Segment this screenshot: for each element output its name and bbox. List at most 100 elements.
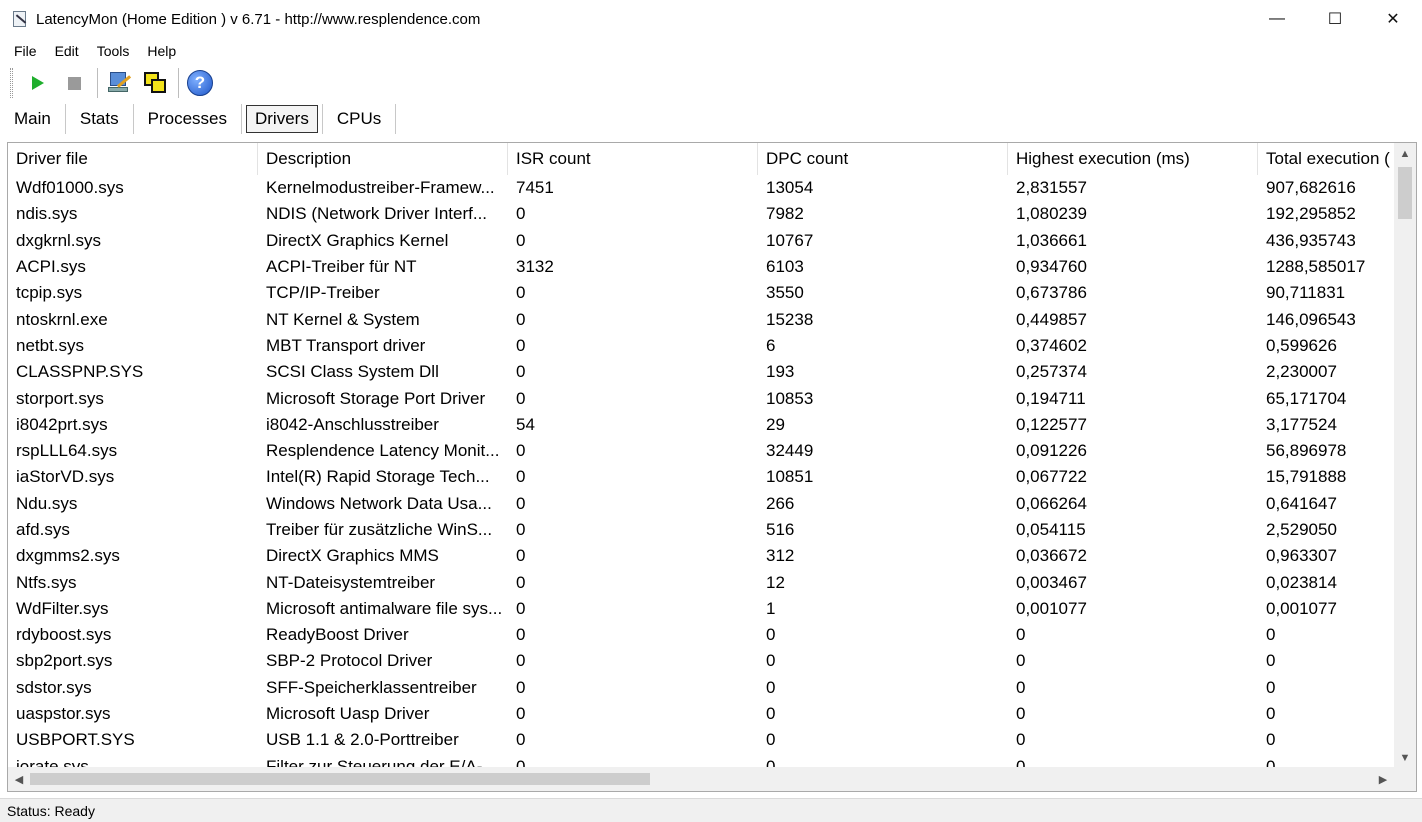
column-header[interactable]: Description <box>258 143 508 175</box>
table-cell: 0,641647 <box>1266 493 1337 513</box>
scrollbar-corner <box>1394 767 1416 791</box>
table-cell: Microsoft antimalware file sys... <box>266 598 503 618</box>
table-row[interactable]: iorate.sys Filter zur Steuerung der E/A-.… <box>8 754 1394 767</box>
table-row[interactable]: dxgmms2.sys DirectX Graphics MMS 0 312 0,036… <box>8 543 1394 569</box>
table-cell: Resplendence Latency Monit... <box>266 441 500 461</box>
column-header[interactable]: DPC count <box>758 143 1008 175</box>
table-cell: 0 <box>1266 704 1276 724</box>
table-row[interactable]: uaspstor.sys Microsoft Uasp Driver 0 0 0 0 <box>8 701 1394 727</box>
table-row[interactable]: iaStorVD.sys Intel(R) Rapid Storage Tech.… <box>8 464 1394 490</box>
vertical-scrollbar[interactable]: ▲ ▼ <box>1394 143 1416 769</box>
minimize-button[interactable]: — <box>1248 0 1306 38</box>
table-cell: SBP-2 Protocol Driver <box>266 651 433 671</box>
table-cell: sbp2port.sys <box>16 651 113 671</box>
horizontal-scroll-thumb[interactable] <box>30 773 650 785</box>
table-row[interactable]: CLASSPNP.SYS SCSI Class System Dll 0 193 0,2… <box>8 359 1394 385</box>
table-row[interactable]: USBPORT.SYS USB 1.1 & 2.0-Porttreiber 0 0 0 0 <box>8 727 1394 753</box>
table-row[interactable]: rspLLL64.sys Resplendence Latency Monit..… <box>8 438 1394 464</box>
table-row[interactable]: ntoskrnl.exe NT Kernel & System 0 15238 0,44… <box>8 306 1394 332</box>
table-cell: 0 <box>766 651 776 671</box>
table-cell: 0,673786 <box>1016 283 1087 303</box>
table-row[interactable]: afd.sys Treiber für zusätzliche WinS... 0 5… <box>8 517 1394 543</box>
table-cell: NT Kernel & System <box>266 309 420 329</box>
menu-tools[interactable]: Tools <box>93 43 134 59</box>
help-button[interactable]: ? <box>183 66 217 100</box>
table-cell: tcpip.sys <box>16 283 83 303</box>
stop-button[interactable] <box>57 66 91 100</box>
close-button[interactable]: ✕ <box>1364 0 1422 38</box>
table-cell: iaStorVD.sys <box>16 467 115 487</box>
table-row[interactable]: storport.sys Microsoft Storage Port Drive… <box>8 385 1394 411</box>
table-cell: 6 <box>766 335 776 355</box>
table-cell: USB 1.1 & 2.0-Porttreiber <box>266 730 459 750</box>
table-row[interactable]: sbp2port.sys SBP-2 Protocol Driver 0 0 0 0 <box>8 648 1394 674</box>
table-cell: Ndu.sys <box>16 493 78 513</box>
table-cell: afd.sys <box>16 520 70 539</box>
tab-cpus[interactable]: CPUs <box>327 103 391 135</box>
table-cell: 0 <box>766 756 776 767</box>
start-button[interactable] <box>21 66 55 100</box>
table-cell: 10851 <box>766 467 814 487</box>
tab-main[interactable]: Main <box>4 103 61 135</box>
window-title: LatencyMon (Home Edition ) v 6.71 - http… <box>36 10 481 28</box>
table-cell: Intel(R) Rapid Storage Tech... <box>266 467 490 487</box>
table-cell: 0,122577 <box>1016 414 1087 434</box>
table-row[interactable]: rdyboost.sys ReadyBoost Driver 0 0 0 0 <box>8 622 1394 648</box>
vertical-scroll-thumb[interactable] <box>1398 167 1412 219</box>
table-cell: 7451 <box>516 178 554 198</box>
column-header[interactable]: Highest execution (ms) <box>1008 143 1258 175</box>
table-row[interactable]: dxgkrnl.sys DirectX Graphics Kernel 0 10767… <box>8 228 1394 254</box>
driver-tool-button[interactable] <box>102 66 136 100</box>
tab-processes[interactable]: Processes <box>138 103 237 135</box>
table-cell: 0 <box>1266 730 1276 750</box>
table-cell: 0,054115 <box>1016 520 1086 539</box>
table-cell: 0,066264 <box>1016 493 1087 513</box>
table-cell: storport.sys <box>16 388 104 408</box>
table-cell: 3132 <box>516 257 554 277</box>
table-row[interactable]: tcpip.sys TCP/IP-Treiber 0 3550 0,673786 90,7… <box>8 280 1394 306</box>
scroll-left-arrow-icon[interactable]: ◀ <box>8 767 30 791</box>
column-header[interactable]: Total execution ( <box>1258 143 1394 175</box>
menu-edit[interactable]: Edit <box>51 43 83 59</box>
menu-file[interactable]: File <box>10 43 41 59</box>
table-cell: 0 <box>516 283 526 303</box>
table-cell: 0 <box>516 572 526 592</box>
maximize-button[interactable]: ☐ <box>1306 0 1364 38</box>
horizontal-scrollbar[interactable]: ◀ ▶ <box>8 767 1394 791</box>
table-cell: 0 <box>516 441 526 461</box>
table-cell: 0 <box>766 677 776 697</box>
table-cell: 0 <box>1266 625 1276 645</box>
tab-separator <box>64 104 66 134</box>
table-cell: 0,001077 <box>1016 598 1087 618</box>
table-cell: 2,230007 <box>1266 362 1337 382</box>
table-row[interactable]: sdstor.sys SFF-Speicherklassentreiber 0 0 0 0 <box>8 675 1394 701</box>
table-body: Wdf01000.sys Kernelmodustreiber-Framew...… <box>8 175 1394 767</box>
table-row[interactable]: ndis.sys NDIS (Network Driver Interf... 0 7… <box>8 201 1394 227</box>
tab-stats[interactable]: Stats <box>70 103 129 135</box>
table-cell: i8042prt.sys <box>16 414 108 434</box>
table-cell: 0 <box>766 704 776 724</box>
toolbar: ? <box>0 64 1422 102</box>
table-cell: 2,831557 <box>1016 178 1087 198</box>
table-cell: SCSI Class System Dll <box>266 362 439 382</box>
menu-help[interactable]: Help <box>143 43 180 59</box>
table-row[interactable]: Wdf01000.sys Kernelmodustreiber-Framew...… <box>8 175 1394 201</box>
table-row[interactable]: netbt.sys MBT Transport driver 0 6 0,374602 0… <box>8 333 1394 359</box>
table-row[interactable]: Ndu.sys Windows Network Data Usa... 0 266 0,… <box>8 491 1394 517</box>
tab-drivers[interactable]: Drivers <box>245 105 318 133</box>
windows-button[interactable] <box>138 66 172 100</box>
column-header[interactable]: ISR count <box>508 143 758 175</box>
scroll-down-arrow-icon[interactable]: ▼ <box>1394 747 1416 769</box>
table-cell: ntoskrnl.exe <box>16 309 108 329</box>
table-row[interactable]: ACPI.sys ACPI-Treiber für NT 3132 6103 0,934… <box>8 254 1394 280</box>
scroll-up-arrow-icon[interactable]: ▲ <box>1394 143 1416 165</box>
menu-bar: File Edit Tools Help <box>0 40 190 62</box>
table-cell: 10853 <box>766 388 814 408</box>
table-row[interactable]: i8042prt.sys i8042-Anschlusstreiber 54 29 0,… <box>8 412 1394 438</box>
column-header[interactable]: Driver file <box>8 143 258 175</box>
table-row[interactable]: Ntfs.sys NT-Dateisystemtreiber 0 12 0,003467… <box>8 569 1394 595</box>
table-cell: Wdf01000.sys <box>16 178 124 198</box>
table-row[interactable]: WdFilter.sys Microsoft antimalware file s… <box>8 596 1394 622</box>
table-header: Driver file Description ISR count DPC count… <box>8 143 1394 175</box>
scroll-right-arrow-icon[interactable]: ▶ <box>1372 767 1394 791</box>
